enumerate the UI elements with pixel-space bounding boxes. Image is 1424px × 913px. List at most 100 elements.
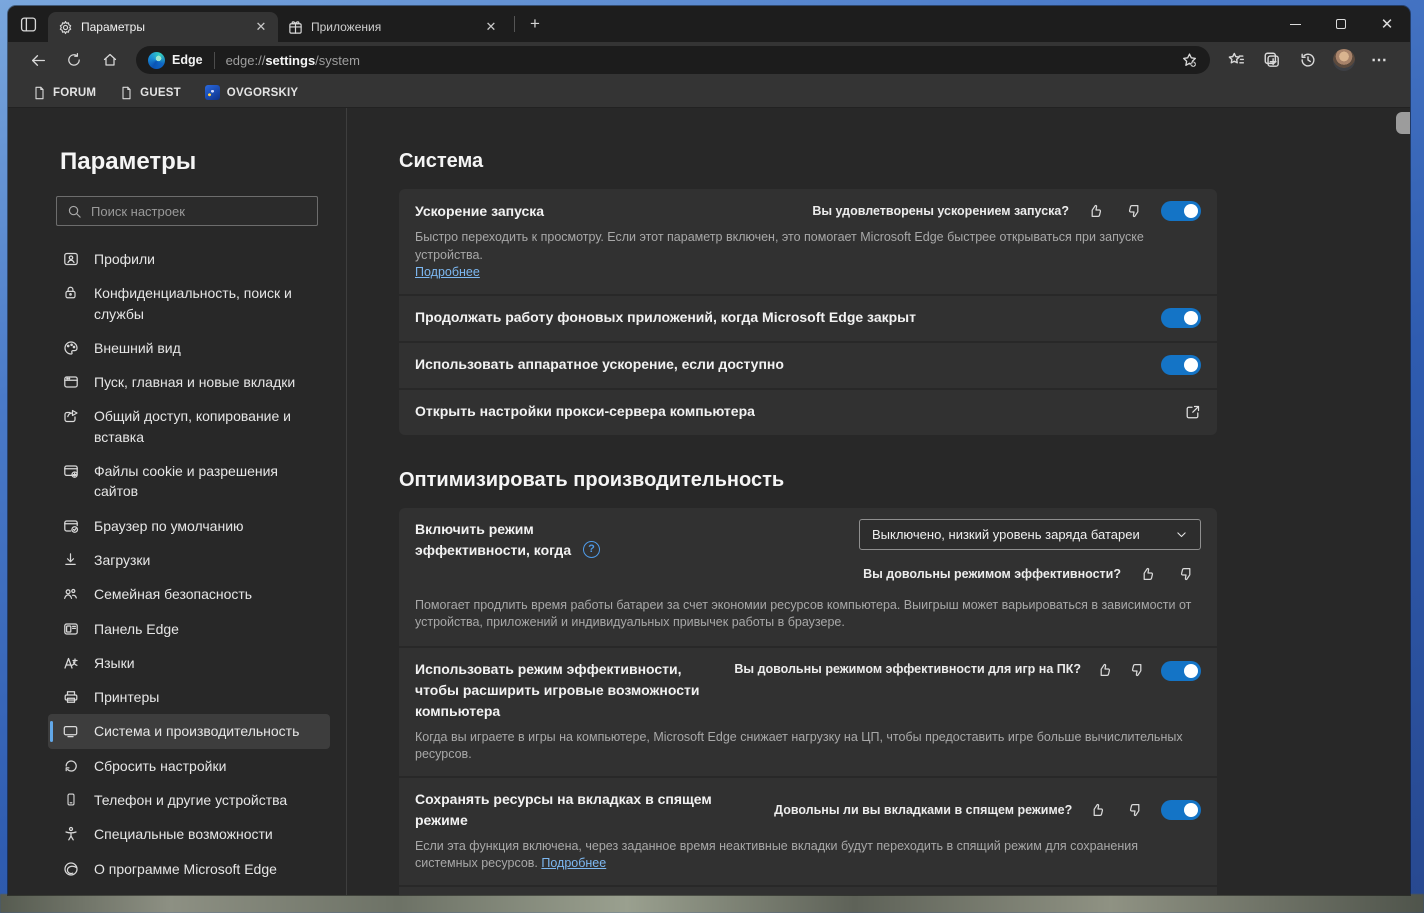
setting-title: Использовать режим эффективности, чтобы … [415,660,700,719]
thumbs-up-icon[interactable] [1085,200,1107,222]
maximize-button[interactable] [1318,6,1364,42]
thumbs-up-icon[interactable] [1097,659,1113,681]
page-icon [35,86,44,99]
settings-search[interactable] [56,196,318,226]
feedback-question: Довольны ли вы вкладками в спящем режиме… [774,802,1073,817]
settings-gear-icon [58,20,73,35]
desktop-wallpaper-bottom [0,894,1424,913]
favorites-icon [1228,52,1245,64]
site-badge[interactable]: Edge [148,51,215,69]
setting-title: Ускорение запуска [415,202,545,219]
thumbs-up-icon[interactable] [1137,563,1159,585]
setting-row-proxy[interactable]: Открыть настройки прокси-сервера компьют… [399,389,1217,435]
sidebar-nav: Профили Конфиденциальность, поиск и служ… [48,242,330,886]
sidebar-item-system-performance[interactable]: Система и производительность [48,714,330,749]
sidebar-item-start-home-tabs[interactable]: Пуск, главная и новые вкладки [48,365,330,399]
lock-icon [62,285,79,300]
thumbs-down-icon[interactable] [1129,659,1145,681]
setting-title: Открыть настройки прокси-сервера компьют… [415,403,755,419]
sidebar-item-edge-bar[interactable]: Панель Edge [48,612,330,646]
new-tab-button[interactable]: + [521,11,549,37]
bookmark-ovgorskiy[interactable]: OVGORSKIY [196,82,307,103]
search-input[interactable] [91,203,307,219]
history-button[interactable] [1292,45,1324,75]
toggle-efficiency-gaming[interactable] [1161,660,1201,681]
bookmark-forum[interactable]: FORUM [24,83,105,103]
favorites-button[interactable] [1220,45,1252,75]
sidebar-item-about-edge[interactable]: О программе Microsoft Edge [48,852,330,886]
sidebar-item-share-copy-paste[interactable]: Общий доступ, копирование и вставка [48,399,330,454]
window-controls: ✕ [1272,6,1410,42]
sidebar-item-printers[interactable]: Принтеры [48,680,330,714]
toggle-sleeping-tabs[interactable] [1161,799,1201,820]
help-icon[interactable]: ? [583,540,600,558]
bookmark-guest[interactable]: GUEST [111,83,190,103]
sidebar-item-label: Панель Edge [94,620,179,637]
setting-description: Когда вы играете в игры на компьютере, M… [415,729,1183,762]
feedback-question: Вы довольны режимом эффективности? [863,566,1121,581]
sidebar-item-privacy[interactable]: Конфиденциальность, поиск и службы [48,276,330,331]
printer-icon [62,689,79,705]
sidebar-item-profiles[interactable]: Профили [48,242,330,276]
close-icon: ✕ [1380,16,1394,33]
start-home-tabs-icon [62,374,79,390]
address-bar[interactable]: Edge edge://settings/system [136,46,1210,74]
performance-card: Включить режим эффективности, когда ? Вы… [399,507,1217,895]
sidebar-item-downloads[interactable]: Загрузки [48,543,330,577]
sidebar-item-label: Конфиденциальность, поиск и службы [94,285,292,322]
sidebar-item-label: О программе Microsoft Edge [94,860,277,877]
tab-apps[interactable]: Приложения ✕ [278,12,508,42]
sidebar-item-reset-settings[interactable]: Сбросить настройки [48,749,330,783]
sidebar-item-label: Пуск, главная и новые вкладки [94,374,296,391]
thumbs-down-icon[interactable] [1125,799,1145,821]
tab-close-icon[interactable]: ✕ [482,18,500,36]
sidebar-item-phone-devices[interactable]: Телефон и другие устройства [48,783,330,817]
phone-icon [62,792,79,807]
efficiency-mode-dropdown[interactable]: Выключено, низкий уровень заряда батареи [859,518,1201,550]
collections-button[interactable] [1256,45,1288,75]
vertical-tabs-button[interactable] [8,7,48,41]
system-card: Ускорение запуска Вы удовлетворены ускор… [399,189,1217,435]
toggle-background-apps[interactable] [1161,307,1201,328]
system-icon [62,723,79,739]
site-badge-label: Edge [172,53,203,67]
settings-sidebar: Параметры Профили Конфиденциальность, по… [8,108,347,895]
tab-settings[interactable]: Параметры ✕ [48,12,278,42]
page-scrollbar[interactable] [1396,110,1410,893]
thumbs-up-icon[interactable] [1088,799,1108,821]
thumbs-down-icon[interactable] [1123,200,1145,222]
bookmark-label: OVGORSKIY [226,86,299,99]
setting-row-fade-sleeping-tabs: Скрыть вкладки в спящем режиме При сохра… [399,886,1217,895]
setting-row-startup-boost: Ускорение запуска Вы удовлетворены ускор… [399,189,1217,294]
chevron-down-icon [1177,531,1186,537]
thumbs-down-icon[interactable] [1175,563,1197,585]
page-title: Параметры [60,148,197,175]
sidebar-item-family-safety[interactable]: Семейная безопасность [48,577,330,611]
sidebar-item-default-browser[interactable]: Браузер по умолчанию [48,509,330,543]
accessibility-icon [62,826,79,842]
url-text[interactable]: edge://settings/system [226,53,360,68]
refresh-button[interactable] [58,45,90,75]
sidebar-item-accessibility[interactable]: Специальные возможности [48,817,330,851]
sidebar-item-languages[interactable]: Языки [48,646,330,680]
back-button[interactable] [22,45,54,75]
home-button[interactable] [94,45,126,75]
tab-separator [514,16,515,32]
add-favorite-button[interactable] [1181,52,1198,69]
search-icon [68,205,81,218]
minimize-button[interactable] [1272,6,1318,42]
toggle-hardware-acceleration[interactable] [1161,354,1201,375]
more-menu-button[interactable]: ⋯ [1364,45,1396,75]
learn-more-link[interactable]: Подробнее [541,856,606,870]
profile-avatar[interactable] [1328,45,1360,75]
toggle-startup-boost[interactable] [1161,201,1201,221]
sidebar-item-appearance[interactable]: Внешний вид [48,331,330,365]
sidebar-item-cookies-permissions[interactable]: Файлы cookie и разрешения сайтов [48,454,330,509]
tab-close-icon[interactable]: ✕ [252,18,270,36]
url-scheme: edge:// [225,52,266,68]
apps-box-icon [288,20,303,35]
tab-label: Приложения [311,20,382,34]
close-window-button[interactable]: ✕ [1364,6,1410,42]
learn-more-link[interactable]: Подробнее [415,265,480,279]
scrollbar-thumb[interactable] [1396,112,1410,134]
